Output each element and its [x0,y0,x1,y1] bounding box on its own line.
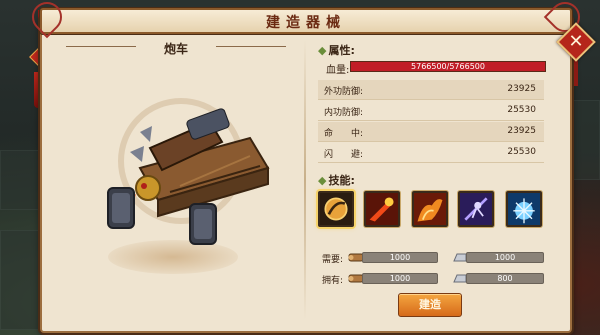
stat-row-evasion: 闪 避: 25530 [318,143,544,163]
need-label: 需要: [322,255,344,265]
catapult-cart-icon [107,108,270,245]
floor-tile [0,150,40,210]
stat-row-inner-defense: 内功防御: 25530 [318,101,544,121]
gem-bullet-icon: ◆ [318,174,327,187]
stat-label: 内功防御: [324,108,364,118]
skill-slot-1[interactable] [318,191,354,227]
gem-bullet-icon: ◆ [318,44,327,57]
skills-heading: ◆ 技能: [318,172,355,188]
have-wood-bar: 1000 [362,273,438,284]
have-wood-value: 1000 [389,274,411,283]
fire-strike-icon [366,193,398,225]
stat-value: 23925 [507,126,536,136]
panel-title: 建造器械 [266,15,346,31]
shadow-dash-icon [460,193,492,225]
stat-value: 25530 [507,147,536,157]
attributes-heading-label: 属性: [328,44,355,57]
skill-slot-4[interactable] [458,191,494,227]
skills-heading-label: 技能: [328,174,355,187]
stat-label: 闪 避: [324,150,364,160]
stat-value: 23925 [507,84,536,94]
have-iron-value: 800 [497,274,513,283]
attributes-heading: ◆ 属性: [318,42,355,58]
stat-row-accuracy: 命 中: 23925 [318,122,544,142]
shield-slash-icon [320,193,352,225]
need-iron-value: 1000 [494,253,516,262]
stat-label: 命 中: [324,129,364,139]
need-wood-bar: 1000 [362,252,438,263]
stat-label: 外功防御: [324,87,364,97]
hp-value: 5766500/5766500 [411,62,485,71]
build-button[interactable]: 建造 [398,293,462,317]
need-wood-value: 1000 [389,253,411,262]
skill-slot-2[interactable] [364,191,400,227]
floor-tile [0,230,40,330]
unit-name: 炮车 [163,42,188,56]
divider-line [216,46,286,47]
stat-row-physical-defense: 外功防御: 23925 [318,80,544,100]
title-bar: 建造器械 [40,8,572,34]
flame-wave-icon [414,193,446,225]
floor-tile [572,100,600,180]
have-label: 拥有: [322,276,344,286]
skill-slot-5[interactable] [506,191,542,227]
unit-name-header: 炮车 [56,38,296,56]
ice-burst-icon [508,193,540,225]
pane-divider [304,40,306,320]
divider-line [66,46,136,47]
close-tassel [574,58,578,86]
need-iron-bar: 1000 [466,252,544,263]
hp-label: 血量: [326,65,350,76]
have-iron-bar: 800 [466,273,544,284]
stat-value: 25530 [507,105,536,115]
skill-slot-3[interactable] [412,191,448,227]
